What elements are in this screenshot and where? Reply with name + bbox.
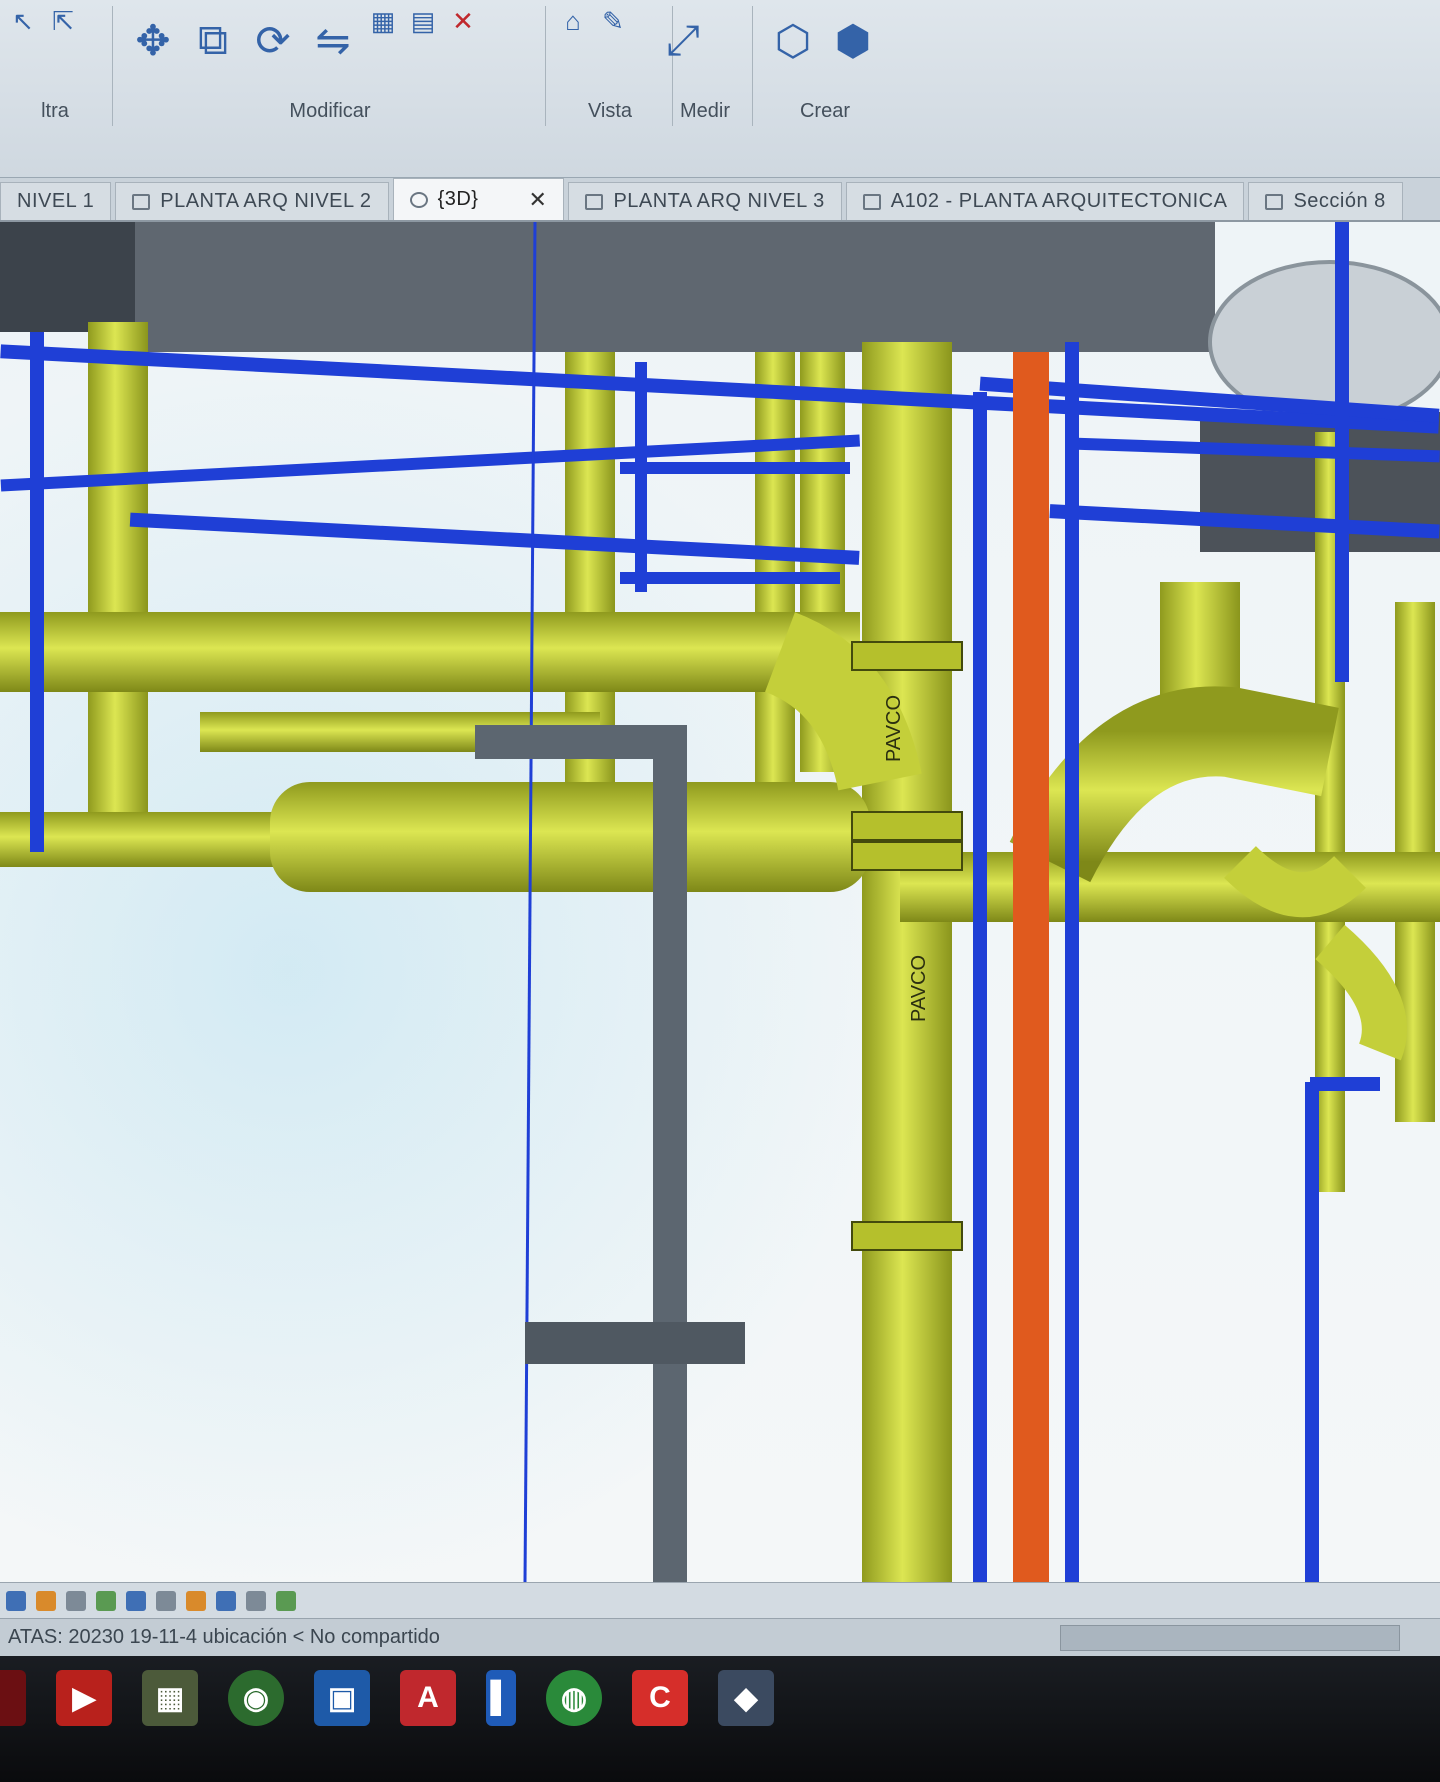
ribbon-divider <box>545 6 546 126</box>
excel-icon[interactable]: ▶ <box>56 1670 112 1726</box>
whatsapp-icon[interactable]: ◍ <box>546 1670 602 1726</box>
tab-label: Sección 8 <box>1293 190 1386 212</box>
tab-label: PLANTA ARQ NIVEL 3 <box>613 190 825 212</box>
status-text: ATAS: 20230 19-11-4 ubicación < No compa… <box>8 1626 440 1648</box>
revit-icon[interactable]: C <box>632 1670 688 1726</box>
select-filter-icon[interactable]: ⇱ <box>46 4 80 38</box>
plumbing-model: PAVCO PAVCO <box>0 222 1440 1582</box>
sun-path-icon[interactable] <box>96 1590 116 1611</box>
explorer-icon[interactable]: ◆ <box>718 1670 774 1726</box>
override-graphics-icon[interactable]: ✎ <box>596 4 630 38</box>
hide-element-icon[interactable]: ⌂ <box>556 4 590 38</box>
crop-view-icon[interactable] <box>156 1590 176 1611</box>
status-bar: ATAS: 20230 19-11-4 ubicación < No compa… <box>0 1618 1440 1656</box>
ribbon-group-label: Modificar <box>289 100 371 122</box>
word-icon[interactable]: ▌ <box>486 1670 516 1726</box>
ribbon-group-medir: ⤢ Medir <box>650 0 760 178</box>
copy-icon[interactable]: ⧉ <box>186 4 240 76</box>
taskbar: ▶ ▦ ◉ ▣ A ▌ ◍ C ◆ <box>0 1656 1440 1782</box>
pipe-fitting <box>851 641 963 671</box>
autocad-icon[interactable]: A <box>400 1670 456 1726</box>
concrete-slab-edge <box>0 222 135 332</box>
floor-plan-icon <box>132 193 151 210</box>
chrome-icon[interactable]: ◉ <box>228 1670 284 1726</box>
3d-viewport[interactable]: PAVCO PAVCO <box>0 222 1440 1582</box>
ribbon-divider <box>752 6 753 126</box>
tab-seccion-8[interactable]: Sección 8 <box>1248 182 1403 220</box>
sanitary-pipe-vertical[interactable] <box>88 322 148 842</box>
temporary-hide-icon[interactable] <box>186 1590 206 1611</box>
tab-label: A102 - PLANTA ARQUITECTONICA <box>890 190 1228 212</box>
tab-a102-planta-arquitectonica[interactable]: A102 - PLANTA ARQUITECTONICA <box>845 182 1245 220</box>
modify-arrow-icon[interactable]: ↖ <box>6 4 40 38</box>
pipe-fitting <box>851 811 963 841</box>
view-control-bar <box>0 1582 1440 1618</box>
create-part-icon[interactable]: ⬡ <box>766 4 820 76</box>
outlook-icon[interactable]: ▣ <box>314 1670 370 1726</box>
move-icon[interactable]: ✥ <box>126 4 180 76</box>
section-icon <box>1265 193 1284 210</box>
concrete-slab[interactable] <box>130 222 1215 352</box>
rotate-icon[interactable]: ⟳ <box>246 4 300 76</box>
ribbon: ↖ ⇱ ltra ✥ ⧉ ⟳ ⇋ ▦ ▤ ✕ Modificar ⌂ ✎ Vis… <box>0 0 1440 178</box>
create-group-icon[interactable]: ⬢ <box>826 4 880 76</box>
pipe-brand-label: PAVCO <box>908 955 930 1022</box>
ribbon-group-crear: ⬡ ⬢ Crear <box>760 0 890 178</box>
visual-style-icon[interactable] <box>66 1590 86 1611</box>
acrobat-icon[interactable] <box>0 1670 26 1726</box>
ribbon-divider <box>112 6 113 126</box>
tab-nivel-1[interactable]: NIVEL 1 <box>0 182 112 220</box>
floor-plan-icon <box>585 193 604 210</box>
ribbon-group-filtra: ↖ ⇱ ltra <box>0 0 110 178</box>
tab-planta-arq-nivel-3[interactable]: PLANTA ARQ NIVEL 3 <box>568 182 842 220</box>
scale-icon[interactable] <box>6 1590 26 1611</box>
pipe-fitting <box>851 1221 963 1251</box>
delete-icon[interactable]: ✕ <box>446 4 480 38</box>
sanitary-pipe-horizontal[interactable] <box>270 782 870 892</box>
hot-water-pipe[interactable] <box>1013 352 1049 1582</box>
tab-label: NIVEL 1 <box>17 190 95 212</box>
scale-icon[interactable]: ▤ <box>406 4 440 38</box>
ribbon-group-label: Medir <box>679 100 730 122</box>
reveal-hidden-icon[interactable] <box>216 1590 236 1611</box>
tab-planta-arq-nivel-2[interactable]: PLANTA ARQ NIVEL 2 <box>115 182 389 220</box>
detail-level-icon[interactable] <box>36 1590 56 1611</box>
mirror-icon[interactable]: ⇋ <box>306 4 360 76</box>
analytical-model-icon[interactable] <box>276 1590 296 1611</box>
3d-view-icon <box>409 191 428 208</box>
tab-label: PLANTA ARQ NIVEL 2 <box>160 190 372 212</box>
ribbon-group-modificar: ✥ ⧉ ⟳ ⇋ ▦ ▤ ✕ Modificar <box>120 0 540 178</box>
tab-3d[interactable]: {3D} ✕ <box>392 178 565 220</box>
close-icon[interactable]: ✕ <box>529 187 548 213</box>
ribbon-group-label: ltra <box>41 100 69 122</box>
array-icon[interactable]: ▦ <box>366 4 400 38</box>
shadows-icon[interactable] <box>126 1590 146 1611</box>
measure-icon[interactable]: ⤢ <box>656 4 710 76</box>
sanitary-pipe-horizontal[interactable] <box>0 612 860 692</box>
support-bracket <box>525 1322 745 1364</box>
workset-selector[interactable] <box>1060 1624 1400 1651</box>
lock-3d-icon[interactable] <box>246 1590 266 1611</box>
view-tab-bar: NIVEL 1 PLANTA ARQ NIVEL 2 {3D} ✕ PLANTA… <box>0 178 1440 222</box>
pipe-brand-label: PAVCO <box>883 695 905 762</box>
sanitary-elbow[interactable] <box>1009 686 1339 883</box>
chrome-icon[interactable]: ▦ <box>142 1670 198 1726</box>
sanitary-pipe-vertical[interactable] <box>565 352 615 832</box>
reference-line <box>523 222 537 1582</box>
sheet-icon <box>862 193 881 210</box>
pipe-fitting <box>851 841 963 871</box>
tab-label: {3D} <box>437 188 479 210</box>
sanitary-downpipe-main[interactable] <box>862 342 952 1582</box>
ribbon-group-label: Crear <box>799 100 850 122</box>
